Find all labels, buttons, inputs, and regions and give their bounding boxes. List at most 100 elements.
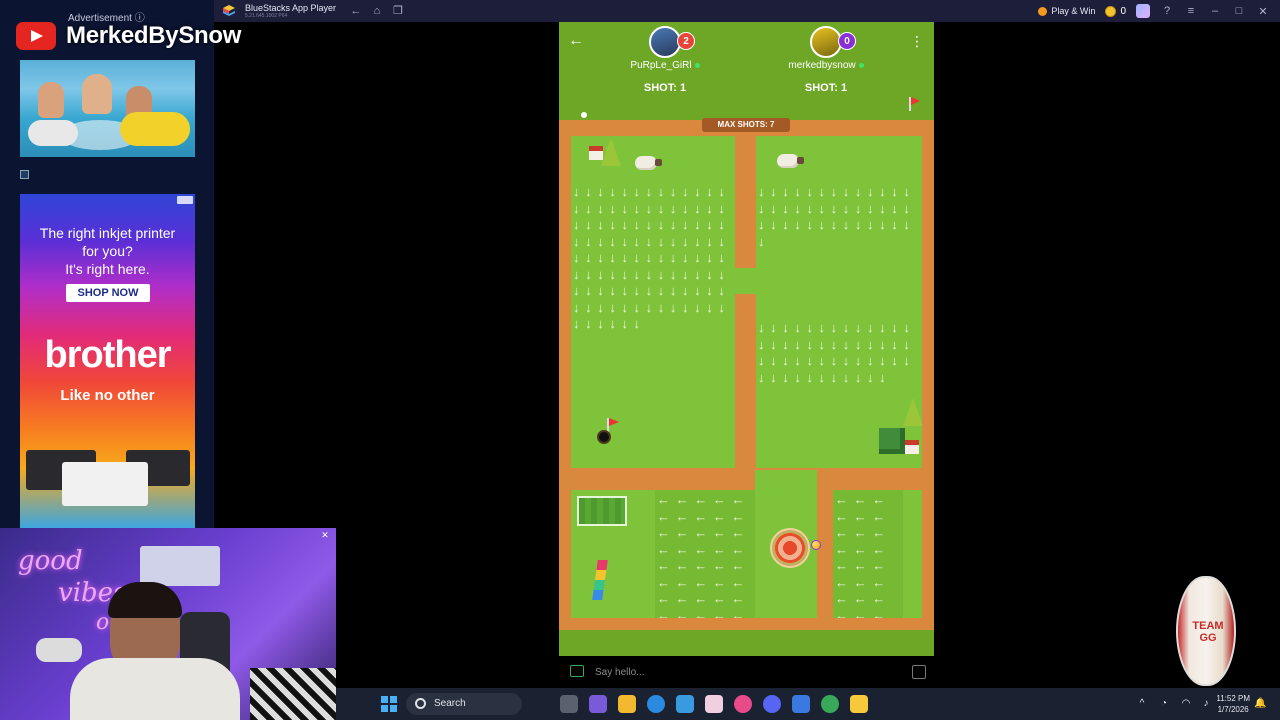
player-1-name-text: PuRpLe_GiRl [630, 60, 692, 71]
store-icon[interactable] [676, 695, 694, 713]
coin-count: 0 [1120, 5, 1126, 17]
player-2-name: merkedbysnow [766, 60, 886, 71]
adchoices-icon[interactable] [177, 196, 193, 204]
bluestacks-logo-icon [223, 5, 235, 16]
golf-hole [597, 430, 611, 444]
chat-bar [559, 656, 934, 688]
player-1-name: PuRpLe_GiRl [605, 60, 725, 71]
game-header: ← ⋮ 2 PuRpLe_GiRl SHOT: 1 0 merkedbysnow… [559, 22, 934, 120]
printer-image-center [62, 462, 148, 506]
clock-date: 1/7/2026 [1217, 705, 1249, 714]
ad-headline-line1: The right inkjet printer [39, 225, 176, 241]
play-win-label: Play & Win [1051, 6, 1096, 16]
down-arrows-field-right-top: ↓ ↓ ↓ ↓ ↓ ↓ ↓ ↓ ↓ ↓ ↓ ↓ ↓ ↓ ↓ ↓ ↓ ↓ ↓ ↓ … [758, 184, 911, 249]
shop-now-button[interactable]: SHOP NOW [66, 284, 150, 302]
brand-tagline: Like no other [60, 387, 155, 404]
brand-logo: brother [44, 334, 172, 376]
tray-app-icon[interactable]: ◔ [1158, 698, 1170, 710]
streamer-body [70, 658, 240, 720]
house-icon [589, 146, 603, 160]
screen: Advertisement ⓘ The right inkjet printer… [0, 0, 1280, 720]
youtube-icon [16, 22, 56, 50]
taskbar-search[interactable]: Search [406, 693, 522, 715]
ad-column: Advertisement ⓘ The right inkjet printer… [0, 0, 214, 530]
notifications-icon[interactable]: 🔔 [1254, 698, 1266, 710]
player-2-shots: SHOT: 1 [804, 82, 848, 94]
sheep-icon [777, 154, 804, 168]
tree-icon [601, 138, 621, 166]
windows-start-icon[interactable] [380, 695, 398, 713]
player-1-shots: SHOT: 1 [643, 82, 687, 94]
game-back-arrow-icon[interactable]: ← [567, 32, 585, 50]
wall-gap [735, 268, 756, 294]
teams-icon[interactable] [589, 695, 607, 713]
ad-waterpark-image[interactable] [20, 60, 195, 157]
hamburger-menu-icon[interactable]: ≡ [1184, 5, 1198, 17]
discord-icon[interactable] [763, 695, 781, 713]
game-menu-icon[interactable]: ⋮ [908, 32, 926, 50]
file-explorer-icon[interactable] [618, 695, 636, 713]
green-block-icon [879, 428, 905, 454]
online-status-icon [858, 62, 864, 68]
app-icon-pink[interactable] [705, 695, 723, 713]
channel-name: MerkedBySnow [66, 22, 242, 49]
play-win-button[interactable]: Play & Win [1038, 6, 1095, 16]
max-shots-banner: MAX SHOTS: 7 [702, 118, 790, 132]
app-version: 5.21.645.1002 P64 [245, 13, 288, 19]
clock-time: 11:52 PM [1216, 694, 1250, 703]
zebra-blanket [250, 668, 336, 720]
golf-course[interactable]: MAX SHOTS: 7 ↓ ↓ ↓ ↓ ↓ ↓ ↓ ↓ ↓ ↓ ↓ ↓ ↓ ↓… [559, 118, 934, 630]
user-avatar[interactable] [1136, 4, 1150, 18]
webcam-feed: good vibes o ✕ [0, 528, 336, 720]
player-1-score-badge: 2 [677, 32, 695, 50]
chat-bubble-icon[interactable] [570, 665, 584, 677]
copilot-icon[interactable] [734, 695, 752, 713]
volume-icon[interactable]: ♪ [1200, 698, 1212, 710]
air-conditioner [140, 546, 220, 586]
brother-ad-banner[interactable]: The right inkjet printer for you? It's r… [20, 194, 195, 528]
microphone [36, 638, 82, 662]
taskbar-clock[interactable]: 11:52 PM 1/7/2026 [1216, 693, 1250, 715]
chip-label: TEAM GG [1192, 620, 1224, 644]
windows-taskbar: Search ^ ◔ ◠ ♪ 11:52 PM 1/7/2026 🔔 [336, 688, 1280, 720]
left-arrows-field-1: ← ← ← ← ← ← ← ← ← ← ← ← ← ← ← ← ← ← ← ← … [657, 492, 746, 618]
chat-input[interactable] [595, 662, 895, 682]
grass-area-bottom-edge [903, 490, 922, 618]
search-icon [415, 698, 426, 709]
back-arrow-icon[interactable]: ← [349, 4, 363, 18]
sheep-icon [635, 156, 662, 170]
coin-balance[interactable]: 0 [1105, 5, 1126, 17]
ad-headline-line3: It's right here. [65, 261, 150, 277]
house-icon [905, 440, 919, 454]
close-icon[interactable]: ✕ [1256, 5, 1270, 18]
aim-target[interactable] [770, 528, 810, 568]
down-arrows-field-right-mid: ↓ ↓ ↓ ↓ ↓ ↓ ↓ ↓ ↓ ↓ ↓ ↓ ↓ ↓ ↓ ↓ ↓ ↓ ↓ ↓ … [758, 320, 911, 385]
titlebar-controls: Play & Win 0 ? ≡ – □ ✕ [1038, 0, 1280, 22]
home-icon[interactable]: ⌂ [370, 4, 384, 18]
coin-icon [1105, 5, 1117, 17]
multi-instance-icon[interactable]: ❐ [391, 4, 405, 18]
down-arrows-field-left: ↓ ↓ ↓ ↓ ↓ ↓ ↓ ↓ ↓ ↓ ↓ ↓ ↓ ↓ ↓ ↓ ↓ ↓ ↓ ↓ … [573, 184, 726, 331]
send-icon[interactable] [912, 665, 926, 679]
play-win-icon [1038, 6, 1048, 16]
golf-ball[interactable] [811, 540, 821, 550]
edge-icon[interactable] [647, 695, 665, 713]
ad-info-icon[interactable] [20, 170, 29, 179]
notepad-icon[interactable] [792, 695, 810, 713]
wifi-icon[interactable]: ◠ [1180, 698, 1192, 710]
search-label: Search [434, 698, 466, 709]
help-icon[interactable]: ? [1160, 5, 1174, 17]
left-arrows-field-2: ← ← ← ← ← ← ← ← ← ← ← ← ← ← ← ← ← ← ← ← … [835, 492, 887, 618]
ad-headline-line2: for you? [82, 243, 133, 259]
tree-icon [903, 398, 923, 426]
player-2-name-text: merkedbysnow [788, 60, 856, 71]
webcam-close-icon[interactable]: ✕ [320, 530, 330, 540]
minimize-icon[interactable]: – [1208, 5, 1222, 17]
goal-flag-icon [909, 97, 920, 111]
maximize-icon[interactable]: □ [1232, 5, 1246, 17]
streamer-hair [108, 582, 182, 618]
bluestacks-taskbar-icon[interactable] [850, 695, 868, 713]
tray-chevron-icon[interactable]: ^ [1136, 698, 1148, 710]
chrome-icon[interactable] [821, 695, 839, 713]
task-view-icon[interactable] [560, 695, 578, 713]
